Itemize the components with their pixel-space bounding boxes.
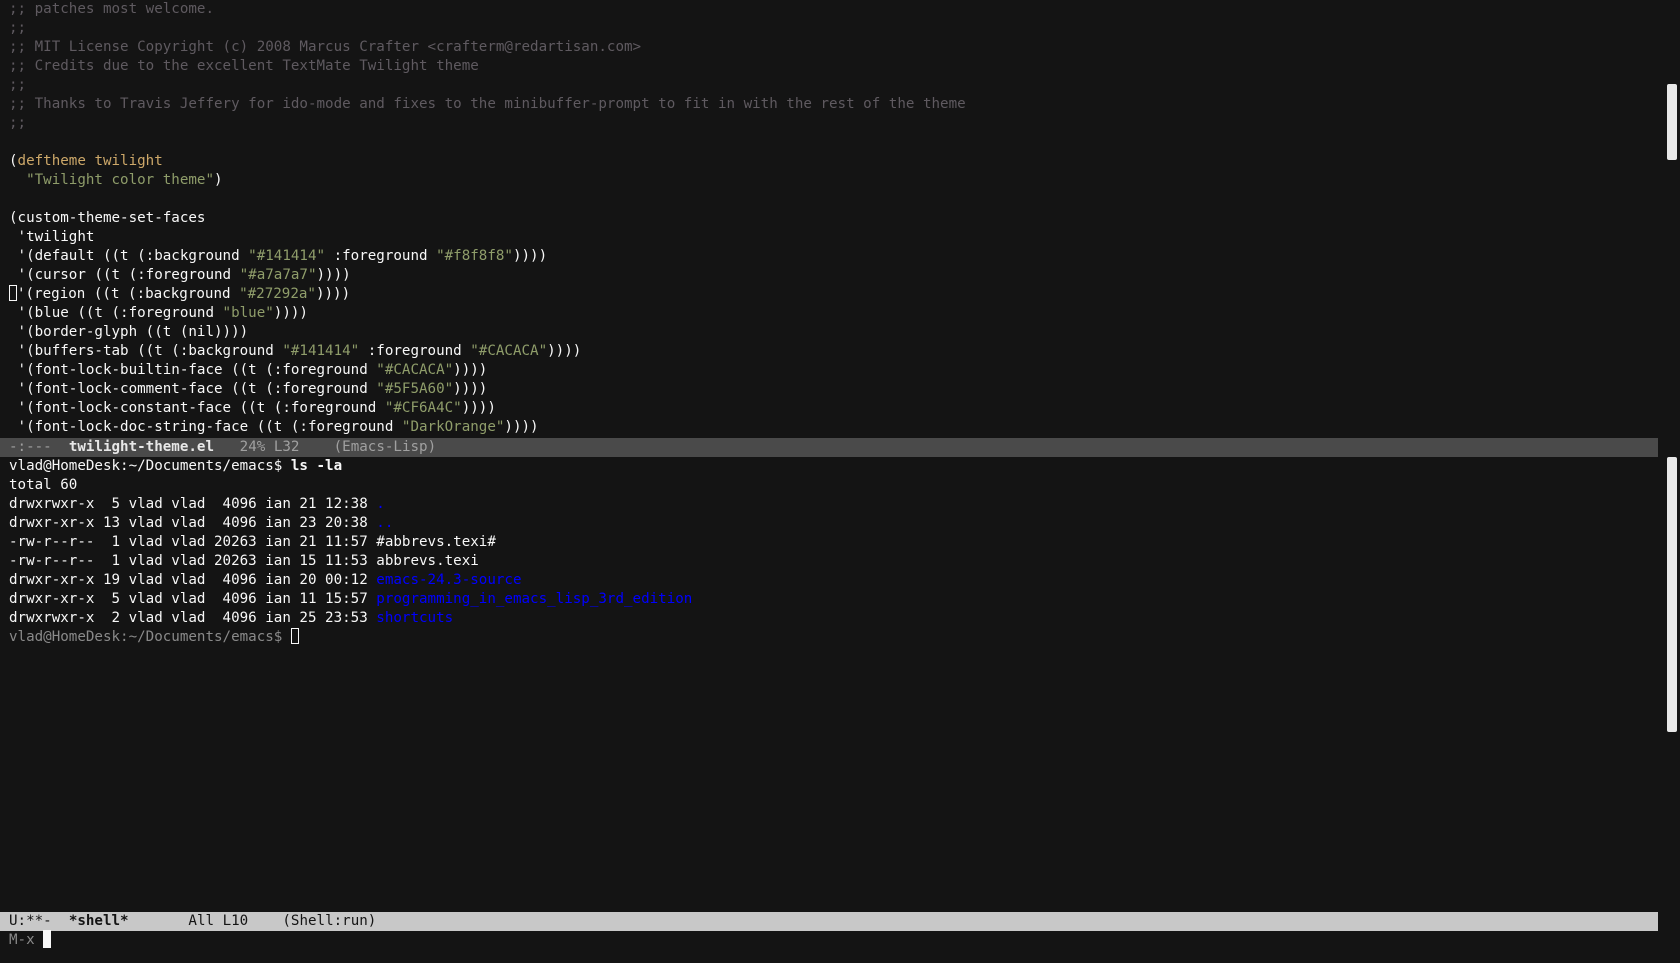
face-line-with-cursor: '(region ((t (:background "#27292a")))) bbox=[9, 285, 350, 304]
file-name: abbrevs.texi bbox=[376, 553, 479, 569]
face-line: '(font-lock-doc-string-face ((t (:foregr… bbox=[9, 419, 539, 435]
listing-row: drwxr-xr-x 5 vlad vlad 4096 ian 11 15:57… bbox=[9, 591, 693, 607]
docstring-line: "Twilight color theme") bbox=[26, 172, 223, 188]
buffer-name: twilight-theme.el bbox=[68, 439, 215, 455]
shell-prompt: vlad@HomeDesk:~/Documents/emacs$ bbox=[9, 458, 283, 474]
dir-name: emacs-24.3-source bbox=[376, 572, 522, 588]
major-mode: (Shell:run) bbox=[282, 913, 377, 929]
listing-row: drwxrwxr-x 5 vlad vlad 4096 ian 21 12:38… bbox=[9, 496, 385, 512]
face-line: '(font-lock-comment-face ((t (:foregroun… bbox=[9, 381, 488, 397]
face-line: '(blue ((t (:foreground "blue")))) bbox=[9, 305, 308, 321]
deftheme-line: (deftheme twilight bbox=[9, 153, 163, 169]
dir-name: shortcuts bbox=[376, 610, 454, 626]
set-faces-line: (custom-theme-set-faces bbox=[9, 210, 206, 226]
listing-row: drwxrwxr-x 2 vlad vlad 4096 ian 25 23:53… bbox=[9, 610, 454, 626]
listing-row: drwxr-xr-x 19 vlad vlad 4096 ian 20 00:1… bbox=[9, 572, 522, 588]
face-line: '(buffers-tab ((t (:background "#141414"… bbox=[9, 343, 582, 359]
editor-scrollbar[interactable] bbox=[1664, 0, 1680, 438]
face-line: '(default ((t (:background "#141414" :fo… bbox=[9, 248, 548, 264]
shell-total: total 60 bbox=[9, 477, 78, 493]
shell-prompt: vlad@HomeDesk:~/Documents/emacs$ bbox=[9, 629, 291, 645]
comment-line: ;; patches most welcome. bbox=[9, 1, 214, 17]
buffer-position: All L10 bbox=[188, 913, 249, 929]
file-name: #abbrevs.texi# bbox=[376, 534, 496, 550]
face-line: '(font-lock-constant-face ((t (:foregrou… bbox=[9, 400, 496, 416]
comment-line: ;; Thanks to Travis Jeffery for ido-mode… bbox=[9, 96, 966, 112]
minibuffer-prompt: M-x bbox=[9, 932, 44, 948]
minibuffer[interactable]: M-x bbox=[9, 930, 52, 949]
modeline-shell[interactable]: U:**- *shell* All L10 (Shell:run) bbox=[0, 912, 1658, 931]
comment-line: ;; Credits due to the excellent TextMate… bbox=[9, 58, 479, 74]
buffer-name: *shell* bbox=[68, 913, 129, 929]
shell-input-line[interactable]: vlad@HomeDesk:~/Documents/emacs$ bbox=[9, 628, 299, 647]
modeline-editor[interactable]: -:--- twilight-theme.el 24% L32 (Emacs-L… bbox=[0, 438, 1658, 457]
dir-name: . bbox=[376, 496, 385, 512]
listing-row: -rw-r--r-- 1 vlad vlad 20263 ian 21 11:5… bbox=[9, 534, 496, 550]
dir-name: programming_in_emacs_lisp_3rd_edition bbox=[376, 591, 693, 607]
dir-name: .. bbox=[376, 515, 394, 531]
buffer-position: 24% L32 bbox=[239, 439, 300, 455]
comment-line: ;; bbox=[9, 115, 27, 131]
face-line: '(font-lock-builtin-face ((t (:foregroun… bbox=[9, 362, 488, 378]
theme-symbol-line: 'twilight bbox=[9, 229, 95, 245]
listing-row: drwxr-xr-x 13 vlad vlad 4096 ian 23 20:3… bbox=[9, 515, 394, 531]
face-line: '(border-glyph ((t (nil)))) bbox=[9, 324, 249, 340]
minibuffer-cursor bbox=[43, 930, 52, 948]
keyword: deftheme bbox=[17, 153, 86, 169]
shell-command: ls -la bbox=[290, 458, 343, 474]
shell-scrollbar-thumb[interactable] bbox=[1667, 457, 1677, 732]
text-cursor bbox=[9, 285, 17, 301]
listing-row: -rw-r--r-- 1 vlad vlad 20263 ian 15 11:5… bbox=[9, 553, 479, 569]
shell-scrollbar[interactable] bbox=[1664, 457, 1680, 912]
editor-scrollbar-thumb[interactable] bbox=[1667, 84, 1677, 160]
face-line: '(cursor ((t (:foreground "#a7a7a7")))) bbox=[9, 267, 351, 283]
shell-cursor bbox=[290, 628, 299, 644]
comment-line: ;; MIT License Copyright (c) 2008 Marcus… bbox=[9, 39, 642, 55]
theme-name: twilight bbox=[94, 153, 163, 169]
comment-line: ;; bbox=[9, 20, 27, 36]
major-mode: (Emacs-Lisp) bbox=[333, 439, 437, 455]
shell-command-line: vlad@HomeDesk:~/Documents/emacs$ ls -la bbox=[9, 457, 342, 476]
comment-line: ;; bbox=[9, 77, 27, 93]
